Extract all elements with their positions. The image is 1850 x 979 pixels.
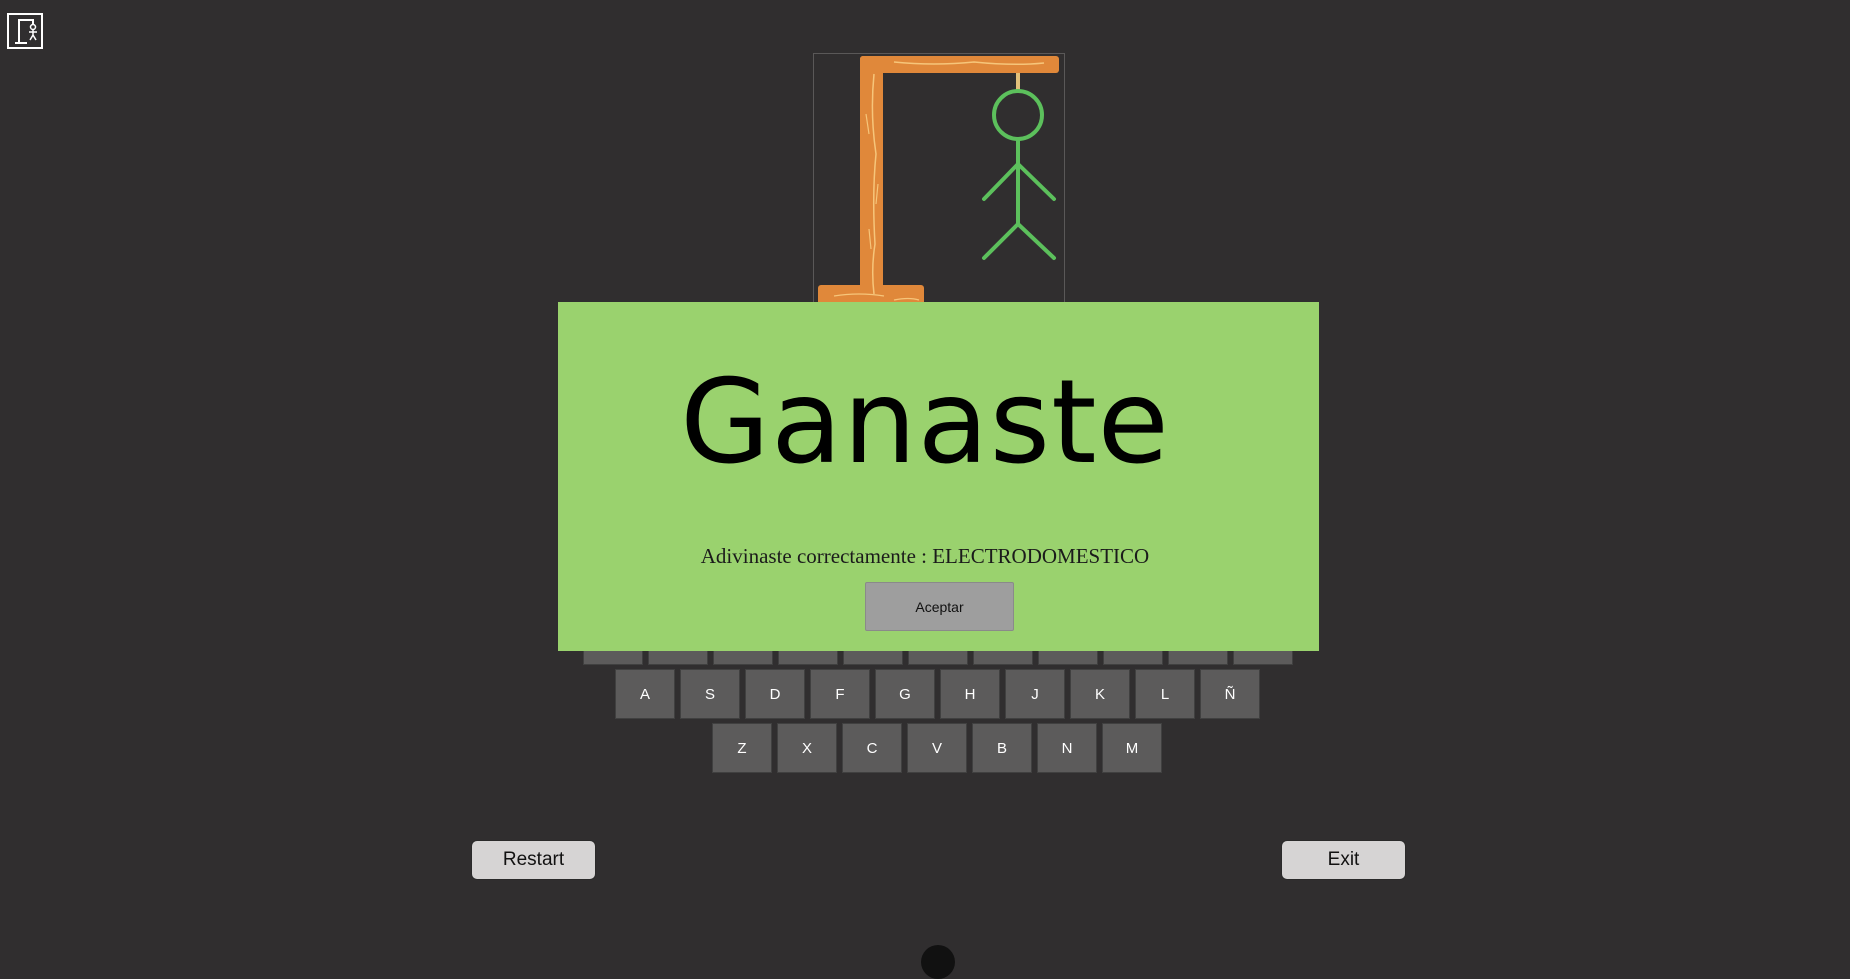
accept-button[interactable]: Aceptar <box>865 582 1014 631</box>
key-m[interactable]: M <box>1102 723 1162 773</box>
key-j[interactable]: J <box>1005 669 1065 719</box>
key-n[interactable]: N <box>1037 723 1097 773</box>
modal-message: Adivinaste correctamente : ELECTRODOMEST… <box>700 544 1150 568</box>
key-s[interactable]: S <box>680 669 740 719</box>
key-c[interactable]: C <box>842 723 902 773</box>
key-l[interactable]: L <box>1135 669 1195 719</box>
key-k[interactable]: K <box>1070 669 1130 719</box>
github-icon[interactable] <box>921 945 955 979</box>
exit-button[interactable]: Exit <box>1281 840 1406 880</box>
modal-title: Ganaste <box>680 355 1170 490</box>
key-x[interactable]: X <box>777 723 837 773</box>
stick-figure <box>982 89 1056 260</box>
key-z[interactable]: Z <box>712 723 772 773</box>
key-ñ[interactable]: Ñ <box>1200 669 1260 719</box>
key-b[interactable]: B <box>972 723 1032 773</box>
hangman-logo-icon <box>7 13 43 49</box>
key-h[interactable]: H <box>940 669 1000 719</box>
key-d[interactable]: D <box>745 669 805 719</box>
key-g[interactable]: G <box>875 669 935 719</box>
key-a[interactable]: A <box>615 669 675 719</box>
gallows-drawing <box>813 53 1065 303</box>
key-v[interactable]: V <box>907 723 967 773</box>
key-f[interactable]: F <box>810 669 870 719</box>
restart-button[interactable]: Restart <box>471 840 596 880</box>
